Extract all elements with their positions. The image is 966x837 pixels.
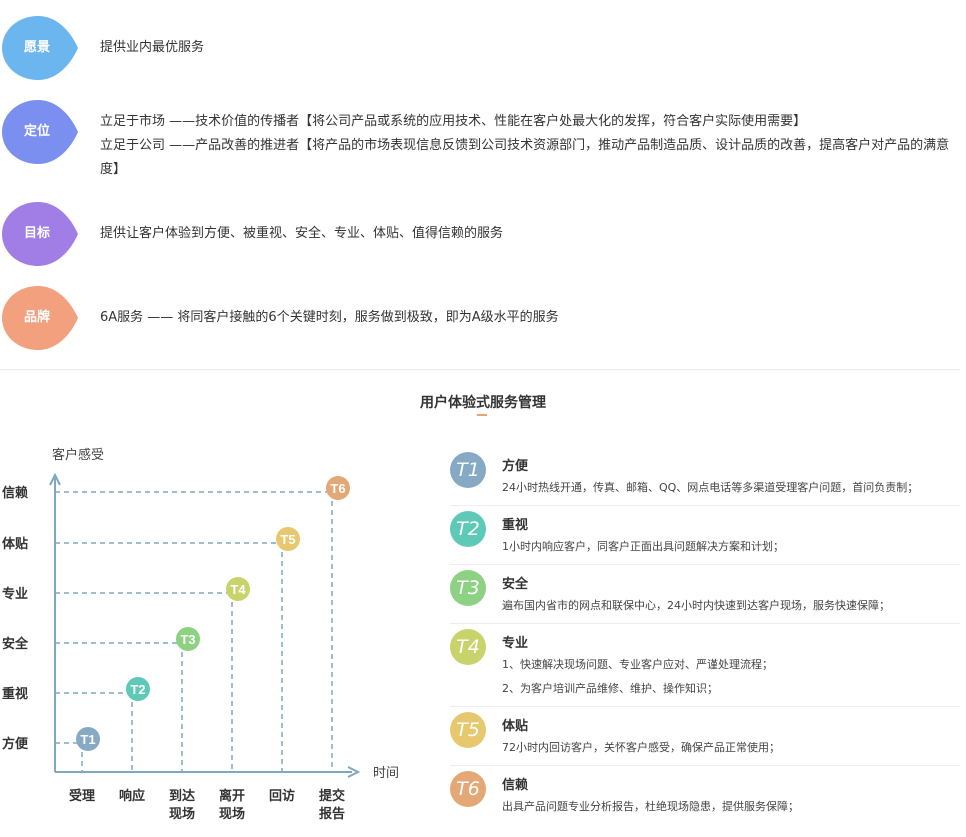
text-line: 6A服务 —— 将同客户接触的6个关键时刻，服务做到极致，即为A级水平的服务 xyxy=(100,310,559,325)
y-tick-label: 信赖 xyxy=(2,485,28,501)
item-title: 体贴 xyxy=(502,719,529,734)
x-tick-label: 现场 xyxy=(219,807,245,822)
item-desc: 2、为客户培训产品维修、维护、操作知识； xyxy=(502,682,718,695)
x-tick-label: 响应 xyxy=(119,788,145,804)
item-title: 方便 xyxy=(502,459,529,474)
list-item: T6 信赖 出具产品问题专业分析报告，杜绝现场隐患，提供服务保障； xyxy=(450,766,960,824)
item-desc: 遍布国内省市的网点和联保中心，24小时内快速到达客户现场，服务快速保障； xyxy=(502,599,890,612)
item-title: 安全 xyxy=(502,577,529,592)
y-tick-label: 安全 xyxy=(2,636,29,652)
goal-text: 提供让客户体验到方便、被重视、安全、专业、体贴、值得信赖的服务 xyxy=(100,222,960,246)
service-chart: 客户感受时间 方便 重视 安全 专业 体贴 信赖受理 响应 到达现场 离开现场 回访 提交报告 T1 T2… xyxy=(2,447,399,822)
x-tick-label: 报告 xyxy=(319,806,345,822)
t6-circle: T6 xyxy=(450,771,486,807)
text-line: 提供让客户体验到方便、被重视、安全、专业、体贴、值得信赖的服务 xyxy=(100,226,504,241)
x-tick-label: 提交 xyxy=(319,788,345,804)
title-underline xyxy=(477,414,487,416)
badge-label: 品牌 xyxy=(23,310,50,325)
list-item: T5 体贴 72小时内回访客户，关怀客户感受，确保产品正常使用； xyxy=(450,707,960,766)
badge-brand: 品牌 xyxy=(2,286,78,350)
list-item: T3 安全 遍布国内省市的网点和联保中心，24小时内快速到达客户现场，服务快速保… xyxy=(450,565,960,624)
badge-vision: 愿景 xyxy=(2,16,78,80)
x-tick-label: 回访 xyxy=(269,788,295,804)
point-label: T5 xyxy=(280,532,295,547)
x-tick-label: 受理 xyxy=(69,788,95,804)
item-title: 重视 xyxy=(502,518,529,533)
y-tick-label: 体贴 xyxy=(2,536,28,552)
y-tick-label: 方便 xyxy=(2,736,29,752)
text-line: 提供业内最优服务 xyxy=(100,40,205,55)
x-tick-label: 离开 xyxy=(219,788,245,804)
t3-circle: T3 xyxy=(450,570,486,606)
t4-circle: T4 xyxy=(450,629,486,665)
badge-label: 目标 xyxy=(23,226,50,241)
point-label: T3 xyxy=(180,632,195,647)
item-desc: 24小时热线开通，传真、邮箱、QQ、网点电话等多渠道受理客户问题，首问负责制； xyxy=(502,481,919,494)
position-text: 立足于市场 ——技术价值的传播者【将公司产品或系统的应用技术、性能在客户处最大化… xyxy=(100,110,960,182)
x-tick-label: 到达 xyxy=(169,788,195,804)
y-tick-label: 重视 xyxy=(2,686,28,702)
badge-position: 定位 xyxy=(2,100,78,164)
point-label: T4 xyxy=(230,582,246,597)
vision-text: 提供业内最优服务 xyxy=(100,36,960,60)
text-line: 立足于市场 ——技术价值的传播者【将公司产品或系统的应用技术、性能在客户处最大化… xyxy=(100,114,807,129)
item-desc: 72小时内回访客户，关怀客户感受，确保产品正常使用； xyxy=(502,741,780,754)
list-item: T1 方便 24小时热线开通，传真、邮箱、QQ、网点电话等多渠道受理客户问题，首… xyxy=(450,447,960,506)
badge-label: 定位 xyxy=(23,124,50,139)
x-tick-label: 现场 xyxy=(169,807,195,822)
t2-circle: T2 xyxy=(450,511,486,547)
t1-circle: T1 xyxy=(450,452,486,488)
text-line: 立足于公司 ——产品改善的推进者【将产品的市场表现信息反馈到公司技术资源部门，推… xyxy=(100,138,950,177)
list-item: T2 重视 1小时内响应客户，同客户正面出具问题解决方案和计划； xyxy=(450,506,960,565)
x-axis-label: 时间 xyxy=(373,765,399,780)
t5-circle: T5 xyxy=(450,712,486,748)
badge-label: 愿景 xyxy=(23,40,50,55)
section-title: 用户体验式服务管理 xyxy=(420,395,546,411)
list-item: T4 专业 1、快速解决现场问题、专业客户应对、严谨处理流程； 2、为客户培训产… xyxy=(450,624,960,707)
item-desc: 1小时内响应客户，同客户正面出具问题解决方案和计划； xyxy=(502,540,784,553)
y-axis-label: 客户感受 xyxy=(52,447,104,462)
item-title: 专业 xyxy=(502,636,529,651)
item-desc: 1、快速解决现场问题、专业客户应对、严谨处理流程； xyxy=(502,658,773,671)
point-label: T2 xyxy=(130,682,145,697)
brand-text: 6A服务 —— 将同客户接触的6个关键时刻，服务做到极致，即为A级水平的服务 xyxy=(100,306,960,330)
section-divider xyxy=(0,369,960,370)
point-label: T1 xyxy=(80,732,95,747)
y-tick-label: 专业 xyxy=(2,586,28,602)
item-title: 信赖 xyxy=(502,778,529,793)
point-label: T6 xyxy=(330,481,345,496)
badge-goal: 目标 xyxy=(2,202,78,266)
item-desc: 出具产品问题专业分析报告，杜绝现场隐患，提供服务保障； xyxy=(502,800,799,813)
